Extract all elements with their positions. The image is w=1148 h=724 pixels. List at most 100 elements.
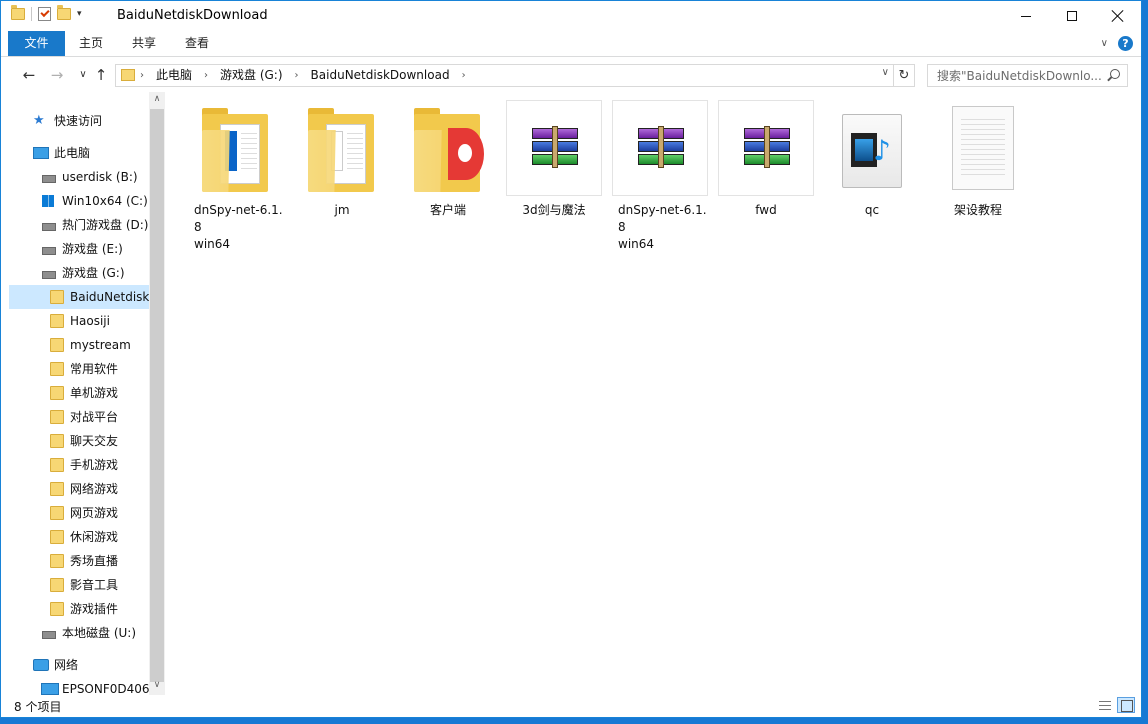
maximize-button[interactable] <box>1049 1 1095 31</box>
up-arrow-icon[interactable]: ↑ <box>91 66 111 84</box>
address-history-chevron-icon[interactable]: ∨ <box>882 67 889 78</box>
nav-item-drive-b[interactable]: userdisk (B:) <box>9 165 149 189</box>
breadcrumb-chevron-icon[interactable]: › <box>204 65 208 86</box>
media-file-icon: ♪ <box>824 100 920 196</box>
search-input[interactable] <box>928 65 1106 86</box>
window-controls <box>1003 1 1141 31</box>
file-name-line: dnSpy-net-6.1.8 <box>618 203 707 234</box>
file-name: dnSpy-net-6.1.8 win64 <box>186 202 286 253</box>
folder-icon <box>50 386 64 400</box>
folder-icon[interactable] <box>11 5 25 20</box>
nav-item-baidunetdisk[interactable]: BaiduNetdisk <box>9 285 149 309</box>
drive-icon <box>42 247 56 255</box>
folder-icon <box>50 410 64 424</box>
forward-arrow-icon[interactable]: → <box>47 66 67 84</box>
nav-item-label: 游戏盘 (E:) <box>62 242 123 256</box>
new-folder-icon[interactable] <box>57 5 71 20</box>
nav-item-folder[interactable]: 休闲游戏 <box>9 525 149 549</box>
scroll-down-chevron-icon[interactable]: ∨ <box>149 680 165 690</box>
breadcrumb-chevron-icon[interactable]: › <box>295 65 299 86</box>
breadcrumb-drive-g[interactable]: 游戏盘 (G:) <box>220 65 283 86</box>
customize-toolbar-chevron-icon[interactable]: ▾ <box>77 9 82 19</box>
close-button[interactable] <box>1095 1 1141 31</box>
folder-icon <box>50 506 64 520</box>
tab-home[interactable]: 主页 <box>65 31 117 56</box>
back-arrow-icon[interactable]: ← <box>19 66 39 84</box>
nav-item-label: 游戏插件 <box>70 602 119 616</box>
file-item[interactable]: ♪ qc <box>822 100 922 219</box>
file-item[interactable]: 3d剑与魔法 <box>504 100 604 219</box>
breadcrumb-chevron-icon[interactable]: › <box>140 65 144 86</box>
folder-icon <box>50 458 64 472</box>
folder-icon <box>50 290 64 304</box>
properties-icon[interactable] <box>38 7 51 21</box>
refresh-icon: ↻ <box>898 68 910 83</box>
winrar-archive-icon <box>612 100 708 196</box>
search-icon[interactable] <box>1110 69 1120 79</box>
title-bar: ▾ BaiduNetdiskDownload <box>1 1 1141 31</box>
nav-item-label: 网络游戏 <box>70 482 119 496</box>
nav-item-folder[interactable]: 网页游戏 <box>9 501 149 525</box>
breadcrumb-this-pc[interactable]: 此电脑 <box>156 65 192 86</box>
explorer-window: ▾ BaiduNetdiskDownload 文件 主页 共享 查看 ∨ ? ←… <box>0 0 1142 718</box>
large-icons-view-icon[interactable] <box>1117 697 1135 713</box>
recent-locations-chevron-icon[interactable]: ∨ <box>73 69 93 80</box>
tab-share[interactable]: 共享 <box>117 31 171 56</box>
refresh-button[interactable]: ↻ <box>894 64 915 87</box>
nav-item-folder[interactable]: mystream <box>9 333 149 357</box>
navigation-scrollbar[interactable]: ∧ ∨ <box>149 92 165 695</box>
close-icon <box>1112 10 1124 22</box>
nav-item-drive-c[interactable]: Win10x64 (C:) <box>9 189 149 213</box>
expand-ribbon-chevron-icon[interactable]: ∨ <box>1101 38 1108 49</box>
file-item[interactable]: dnSpy-net-6.1.8 win64 <box>610 100 710 253</box>
help-icon[interactable]: ? <box>1118 36 1133 51</box>
breadcrumb-chevron-icon[interactable]: › <box>462 65 466 86</box>
nav-item-folder[interactable]: 秀场直播 <box>9 549 149 573</box>
nav-item-folder[interactable]: 影音工具 <box>9 573 149 597</box>
nav-item-drive-u[interactable]: 本地磁盘 (U:) <box>9 621 149 645</box>
folder-icon <box>400 100 496 196</box>
computer-icon <box>33 147 49 159</box>
nav-item-this-pc[interactable]: 此电脑 <box>9 141 149 165</box>
nav-item-label: BaiduNetdisk <box>70 290 149 304</box>
nav-item-drive-d[interactable]: 热门游戏盘 (D:) <box>9 213 149 237</box>
toolbar-separator <box>31 7 32 21</box>
file-name-line: dnSpy-net-6.1.8 <box>194 203 283 234</box>
nav-item-drive-g[interactable]: 游戏盘 (G:) <box>9 261 149 285</box>
nav-item-folder[interactable]: 对战平台 <box>9 405 149 429</box>
nav-item-folder[interactable]: 聊天交友 <box>9 429 149 453</box>
file-item[interactable]: jm <box>292 100 392 219</box>
file-name: 客户端 <box>429 203 466 217</box>
scroll-up-chevron-icon[interactable]: ∧ <box>149 94 165 104</box>
file-item[interactable]: dnSpy-net-6.1.8 win64 <box>186 100 286 253</box>
nav-item-network[interactable]: 网络 <box>9 653 149 677</box>
tab-view[interactable]: 查看 <box>171 31 223 56</box>
scrollbar-thumb[interactable] <box>150 109 164 682</box>
nav-item-folder[interactable]: Haosiji <box>9 309 149 333</box>
nav-item-network-device[interactable]: EPSONF0D406 <box>9 677 149 695</box>
folder-icon <box>50 314 64 328</box>
nav-item-folder[interactable]: 手机游戏 <box>9 453 149 477</box>
file-name: qc <box>864 203 880 217</box>
nav-item-quick-access[interactable]: ★ 快速访问 <box>9 109 149 133</box>
star-icon: ★ <box>33 113 45 128</box>
file-name: 架设教程 <box>953 203 1002 217</box>
nav-item-drive-e[interactable]: 游戏盘 (E:) <box>9 237 149 261</box>
folder-icon <box>50 530 64 544</box>
nav-item-folder[interactable]: 网络游戏 <box>9 477 149 501</box>
nav-item-folder[interactable]: 游戏插件 <box>9 597 149 621</box>
winrar-archive-icon <box>506 100 602 196</box>
breadcrumb-current-folder[interactable]: BaiduNetdiskDownload <box>311 65 450 86</box>
details-view-icon[interactable] <box>1095 697 1113 713</box>
tab-file[interactable]: 文件 <box>8 31 65 56</box>
minimize-button[interactable] <box>1003 1 1049 31</box>
address-bar[interactable]: › 此电脑 › 游戏盘 (G:) › BaiduNetdiskDownload … <box>115 64 894 87</box>
nav-item-folder[interactable]: 常用软件 <box>9 357 149 381</box>
file-item[interactable]: fwd <box>716 100 816 219</box>
breadcrumb: › 此电脑 › 游戏盘 (G:) › BaiduNetdiskDownload … <box>140 65 478 86</box>
file-item[interactable]: 客户端 <box>398 100 498 219</box>
file-item[interactable]: 架设教程 <box>928 100 1028 219</box>
nav-item-label: 此电脑 <box>54 146 91 160</box>
nav-item-folder[interactable]: 单机游戏 <box>9 381 149 405</box>
file-name: fwd <box>755 203 777 217</box>
